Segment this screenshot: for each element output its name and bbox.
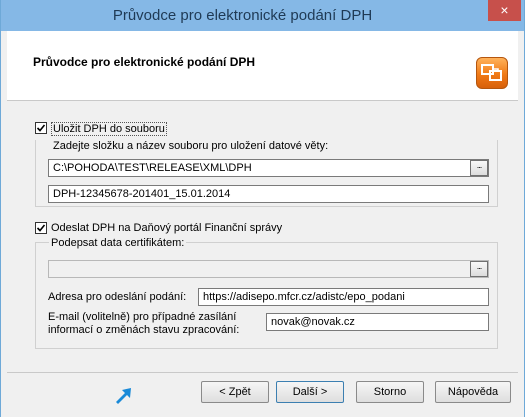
folder-path-value: C:\POHODA\TEST\RELEASE\XML\DPH	[53, 162, 252, 174]
folder-path-field[interactable]: C:\POHODA\TEST\RELEASE\XML\DPH	[48, 159, 489, 177]
browse-certificate-button[interactable]: ...	[470, 261, 488, 277]
checkmark-icon	[36, 124, 46, 132]
email-label-line1: E-mail (volitelně) pro případné zasílání	[48, 311, 237, 323]
browse-certificate-label: ...	[476, 261, 482, 271]
next-button[interactable]: Další >	[276, 381, 344, 403]
save-to-file-checkbox[interactable]	[35, 122, 47, 134]
email-field[interactable]: novak@novak.cz	[266, 313, 489, 331]
address-value: https://adisepo.mfcr.cz/adistc/epo_podan…	[203, 291, 405, 303]
pointer-cursor-icon	[116, 388, 131, 404]
send-to-portal-label[interactable]: Odeslat DPH na Daňový portál Finanční sp…	[51, 222, 282, 234]
send-to-portal-checkbox[interactable]	[35, 222, 47, 234]
wizard-header: Průvodce pro elektronické podání DPH	[7, 31, 518, 101]
filename-value: DPH-12345678-201401_15.01.2014	[53, 188, 231, 200]
cancel-button[interactable]: Storno	[356, 381, 424, 403]
wizard-window: Průvodce pro elektronické podání DPH × P…	[0, 0, 525, 417]
close-button[interactable]: ×	[488, 0, 521, 21]
email-value: novak@novak.cz	[271, 316, 355, 328]
checkmark-icon	[36, 224, 46, 232]
save-group-label: Zadejte složku a název souboru pro ulože…	[51, 140, 331, 152]
title-bar[interactable]: Průvodce pro elektronické podání DPH ×	[1, 0, 524, 31]
save-to-file-label[interactable]: Uložit DPH do souboru	[51, 122, 167, 136]
sign-certificate-label: Podepsat data certifikátem:	[49, 237, 187, 249]
certificate-field[interactable]	[48, 260, 489, 278]
email-label-line2: informací o změnách stavu zpracování:	[48, 324, 240, 336]
browse-folder-button[interactable]: ...	[470, 160, 488, 176]
address-label: Adresa pro odeslání podání:	[48, 291, 187, 303]
help-button[interactable]: Nápověda	[435, 381, 511, 403]
browse-folder-label: ...	[476, 160, 482, 170]
page-title: Průvodce pro elektronické podání DPH	[33, 55, 256, 69]
wizard-icon	[476, 57, 508, 89]
filename-field[interactable]: DPH-12345678-201401_15.01.2014	[48, 185, 489, 203]
close-icon: ×	[500, 2, 509, 18]
back-button[interactable]: < Zpět	[201, 381, 269, 403]
window-title: Průvodce pro elektronické podání DPH	[112, 7, 373, 24]
address-field[interactable]: https://adisepo.mfcr.cz/adistc/epo_podan…	[198, 288, 489, 306]
footer-divider	[7, 372, 518, 373]
